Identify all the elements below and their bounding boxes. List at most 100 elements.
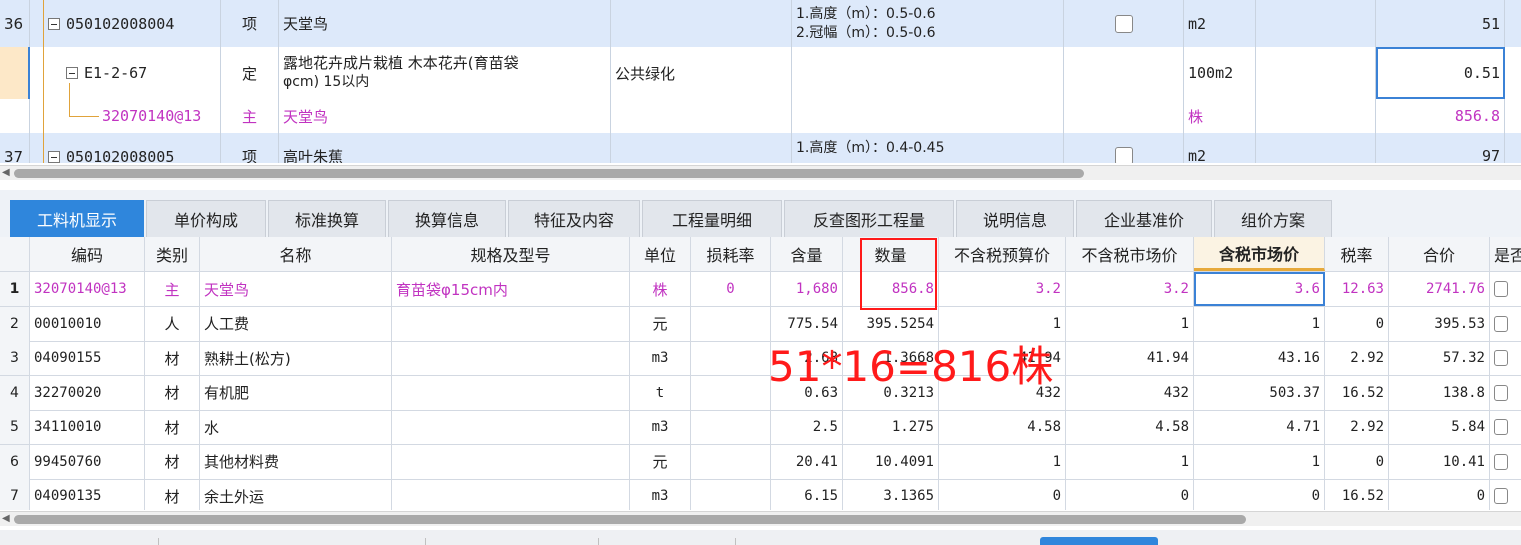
row-checkbox[interactable] [1494, 488, 1508, 504]
total-price[interactable]: 10.41 [1389, 444, 1490, 479]
quantity-value[interactable]: 3.1365 [843, 479, 939, 510]
market-price[interactable]: 0 [1066, 479, 1194, 510]
table-row[interactable]: 32070140@13 主 天堂鸟 株 856.8 [0, 99, 1521, 134]
header-flag[interactable]: 是否 [1490, 237, 1521, 271]
table-row[interactable]: 2 00010010 人人工费元 775.54 395.5254 1 1 1 0 395.53 [0, 306, 1521, 342]
market-price[interactable]: 4.58 [1066, 410, 1194, 444]
resource-name[interactable]: 人工费 [200, 306, 392, 341]
table-row[interactable]: 5 34110010 材水 m3 2.5 1.275 4.58 4.58 4.71 2.92 5.8… [0, 410, 1521, 445]
resource-spec[interactable] [392, 341, 630, 375]
resource-name[interactable]: 熟耕土(松方) [200, 341, 392, 375]
item-feature[interactable] [611, 0, 792, 47]
quantity-value[interactable]: 395.5254 [843, 306, 939, 341]
collapse-icon[interactable] [48, 17, 60, 30]
loss-rate[interactable] [691, 479, 771, 510]
item-quantity[interactable]: 97 [1376, 133, 1505, 163]
market-price[interactable]: 3.2 [1066, 272, 1194, 306]
resource-spec[interactable] [392, 410, 630, 444]
quantity-value[interactable]: 1.275 [843, 410, 939, 444]
tab-standard-conversion[interactable]: 标准换算 [268, 200, 386, 237]
content-value[interactable]: 775.54 [771, 306, 843, 341]
row-checkbox[interactable] [1114, 147, 1133, 163]
header-tax-rate[interactable]: 税率 [1325, 237, 1389, 271]
tax-rate[interactable]: 0 [1325, 444, 1389, 479]
market-price[interactable]: 1 [1066, 306, 1194, 341]
item-name[interactable]: 高叶朱蕉 [279, 133, 611, 163]
quota-code-cell[interactable]: E1-2-67 [30, 47, 221, 99]
scroll-left-icon[interactable]: ◀ [2, 513, 10, 524]
table-row[interactable]: 36 050102008004 项 天堂鸟 1.高度（m）：0.5-0.6 2.… [0, 0, 1521, 48]
content-value[interactable]: 20.41 [771, 444, 843, 479]
collapse-icon[interactable] [48, 150, 60, 163]
resource-spec[interactable] [392, 479, 630, 510]
tax-rate[interactable]: 0 [1325, 306, 1389, 341]
resource-unit[interactable]: m3 [630, 341, 691, 375]
lower-horizontal-scrollbar[interactable]: ◀ [0, 511, 1521, 526]
resource-unit[interactable]: 元 [630, 444, 691, 479]
tax-rate[interactable]: 12.63 [1325, 272, 1389, 306]
resource-code[interactable]: 00010010 [30, 306, 145, 341]
resource-name[interactable]: 水 [200, 410, 392, 444]
loss-rate[interactable] [691, 444, 771, 479]
quantity-value[interactable]: 10.4091 [843, 444, 939, 479]
loss-rate[interactable] [691, 341, 771, 375]
resource-code[interactable]: 04090135 [30, 479, 145, 510]
scroll-left-icon[interactable]: ◀ [2, 167, 10, 178]
scrollbar-thumb[interactable] [14, 169, 1084, 178]
tax-rate[interactable]: 2.92 [1325, 410, 1389, 444]
resource-spec[interactable]: 育苗袋φ15cm内 [392, 272, 630, 306]
resource-code[interactable]: 34110010 [30, 410, 145, 444]
flag-checkbox-cell[interactable] [1490, 479, 1521, 510]
loss-rate[interactable] [691, 410, 771, 444]
header-content[interactable]: 含量 [771, 237, 843, 271]
tab-notes[interactable]: 说明信息 [956, 200, 1074, 237]
item-description[interactable]: 1.高度（m）：0.4-0.45 [792, 133, 1064, 163]
flag-checkbox-cell[interactable] [1490, 410, 1521, 444]
resource-category[interactable]: 人 [145, 306, 200, 341]
item-quantity[interactable]: 51 [1376, 0, 1505, 47]
resource-code[interactable]: 32270020 [30, 375, 145, 410]
item-name[interactable]: 天堂鸟 [279, 0, 611, 47]
resource-category[interactable]: 材 [145, 341, 200, 375]
checkbox-cell[interactable] [1064, 0, 1184, 47]
total-price[interactable]: 5.84 [1389, 410, 1490, 444]
header-market-price[interactable]: 不含税市场价 [1066, 237, 1194, 271]
tab-features[interactable]: 特征及内容 [508, 200, 640, 237]
header-total[interactable]: 合价 [1389, 237, 1490, 271]
quota-name[interactable]: 露地花卉成片栽植 木本花卉(育苗袋 φcm) 15以内 [279, 47, 611, 99]
loss-rate[interactable] [691, 375, 771, 410]
item-code-cell[interactable]: 050102008004 [30, 0, 221, 47]
table-row[interactable]: 3 04090155 材熟耕土(松方) m3 2.68 1.3668 41.94 41.94 4… [0, 341, 1521, 376]
content-value[interactable]: 6.15 [771, 479, 843, 510]
row-checkbox[interactable] [1494, 384, 1508, 401]
checkbox-cell[interactable] [1064, 133, 1184, 163]
budget-price[interactable]: 4.58 [939, 410, 1066, 444]
tab-enterprise-price[interactable]: 企业基准价 [1076, 200, 1212, 237]
flag-checkbox-cell[interactable] [1490, 341, 1521, 375]
tab-pricing-plan[interactable]: 组价方案 [1214, 200, 1332, 237]
budget-price[interactable]: 3.2 [939, 272, 1066, 306]
resource-unit[interactable]: 株 [630, 272, 691, 306]
header-name[interactable]: 名称 [200, 237, 392, 271]
table-row[interactable]: E1-2-67 定 露地花卉成片栽植 木本花卉(育苗袋 φcm) 15以内 公共… [0, 47, 1521, 100]
quota-quantity-input[interactable]: 0.51 [1376, 47, 1505, 99]
market-price-tax[interactable]: 0 [1194, 479, 1325, 510]
status-button[interactable] [1040, 537, 1158, 545]
resource-name[interactable]: 有机肥 [200, 375, 392, 410]
resource-name[interactable]: 天堂鸟 [200, 272, 392, 306]
market-price-tax[interactable]: 3.6 [1194, 272, 1325, 306]
resource-spec[interactable] [392, 444, 630, 479]
table-row[interactable]: 7 04090135 材余土外运 m3 6.15 3.1365 0 0 0 16.52 0 [0, 479, 1521, 510]
item-code-cell[interactable]: 050102008005 [30, 133, 221, 163]
tab-unit-price[interactable]: 单价构成 [146, 200, 266, 237]
item-description[interactable]: 1.高度（m）：0.5-0.6 2.冠幅（m）：0.5-0.6 [792, 0, 1064, 47]
tab-labor-material-machine[interactable]: 工料机显示 [10, 200, 144, 237]
market-price-tax[interactable]: 503.37 [1194, 375, 1325, 410]
table-row[interactable]: 4 32270020 材有机肥 t 0.63 0.3213 432 432 503.37 16.5… [0, 375, 1521, 411]
header-code[interactable]: 编码 [30, 237, 145, 271]
row-checkbox[interactable] [1114, 14, 1133, 33]
row-checkbox[interactable] [1494, 350, 1508, 366]
market-price-tax[interactable]: 1 [1194, 444, 1325, 479]
resource-category[interactable]: 材 [145, 444, 200, 479]
quota-feature[interactable]: 公共绿化 [611, 47, 792, 99]
